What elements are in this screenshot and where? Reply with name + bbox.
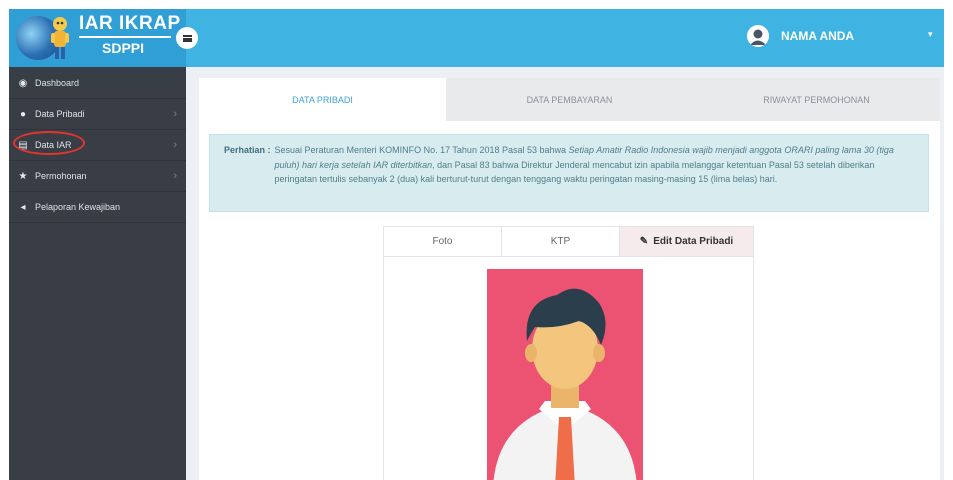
- user-name[interactable]: NAMA ANDA: [781, 29, 854, 43]
- sidebar-item-label: Data Pribadi: [35, 109, 85, 119]
- sidebar-item-label: Permohonan: [35, 171, 87, 181]
- chevron-right-icon: ›: [173, 139, 177, 151]
- edit-data-pribadi-button[interactable]: ✎ Edit Data Pribadi: [620, 227, 753, 256]
- caret-down-icon[interactable]: ▾: [928, 29, 933, 40]
- sidebar-item-dashboard[interactable]: ◉ Dashboard: [9, 68, 186, 99]
- tab-riwayat-permohonan[interactable]: RIWAYAT PERMOHONAN: [693, 78, 940, 121]
- notice-alert: Perhatian : Sesuai Peraturan Menteri KOM…: [209, 134, 929, 212]
- photo-card: Foto KTP ✎ Edit Data Pribadi: [383, 226, 754, 480]
- sidebar-item-label: Dashboard: [35, 78, 80, 88]
- mascot-icon: [51, 17, 69, 59]
- alert-label: Perhatian :: [224, 145, 271, 155]
- tab-data-pembayaran[interactable]: DATA PEMBAYARAN: [446, 78, 693, 121]
- dashboard-icon: ◉: [18, 77, 28, 89]
- user-avatar[interactable]: [747, 25, 769, 47]
- brand-title: IAR IKRAP: [79, 13, 181, 34]
- chevron-right-icon: ›: [173, 108, 177, 120]
- sidebar-item-permohonan[interactable]: ★ Permohonan ›: [9, 161, 186, 192]
- photo-card-tabs: Foto KTP ✎ Edit Data Pribadi: [384, 227, 753, 257]
- edit-button-label: Edit Data Pribadi: [653, 236, 734, 247]
- brand-underline: [79, 36, 171, 38]
- profile-tabs: DATA PRIBADI DATA PEMBAYARAN RIWAYAT PER…: [199, 78, 940, 121]
- user-icon: ●: [19, 108, 27, 120]
- star-icon: ★: [18, 170, 28, 182]
- topbar: NAMA ANDA ▾: [186, 9, 944, 67]
- app-window: IAR IKRAP SDPPI ◉ Dashboard ● Data Priba…: [9, 9, 944, 480]
- sidebar-item-label: Pelaporan Kewajiban: [35, 202, 121, 212]
- main-panel: DATA PRIBADI DATA PEMBAYARAN RIWAYAT PER…: [199, 78, 940, 480]
- alert-text-part: Sesuai Peraturan Menteri KOMINFO No. 17 …: [274, 145, 569, 155]
- alert-text: Sesuai Peraturan Menteri KOMINFO No. 17 …: [275, 143, 916, 211]
- sidebar-item-data-pribadi[interactable]: ● Data Pribadi ›: [9, 99, 186, 130]
- sidebar-item-pelaporan-kewajiban[interactable]: ◂ Pelaporan Kewajiban: [9, 192, 186, 223]
- tab-data-pribadi[interactable]: DATA PRIBADI: [199, 78, 446, 121]
- sidebar: IAR IKRAP SDPPI ◉ Dashboard ● Data Priba…: [9, 9, 186, 480]
- chevron-right-icon: ›: [173, 170, 177, 182]
- brand-logo[interactable]: IAR IKRAP SDPPI: [9, 9, 186, 67]
- bullhorn-icon: ◂: [20, 201, 26, 213]
- hamburger-icon: [182, 34, 192, 42]
- brand-subtitle: SDPPI: [102, 40, 145, 56]
- menu-toggle-button[interactable]: [176, 27, 198, 49]
- highlight-annotation: [13, 131, 85, 155]
- edit-icon: ✎: [639, 236, 649, 247]
- tab-foto[interactable]: Foto: [384, 227, 502, 256]
- avatar-icon: [747, 25, 769, 47]
- profile-photo: [487, 269, 643, 480]
- tab-ktp[interactable]: KTP: [502, 227, 620, 256]
- person-avatar-icon: [487, 269, 643, 480]
